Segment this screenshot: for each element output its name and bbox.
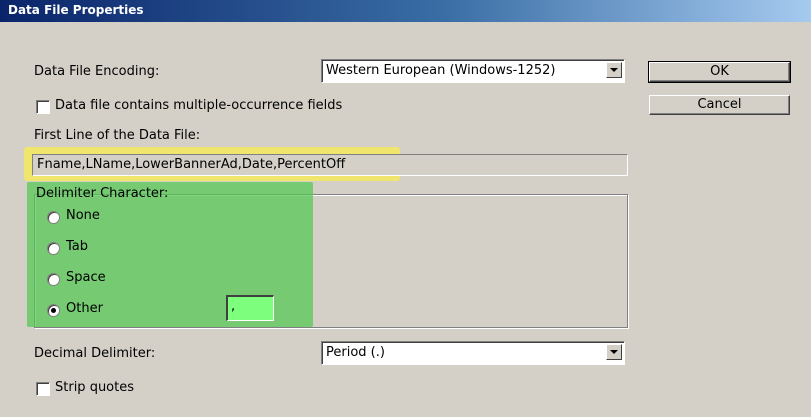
radio-other-label: Other — [66, 301, 103, 316]
multiple-occurrence-checkbox[interactable] — [36, 100, 50, 114]
first-line-label: First Line of the Data File: — [34, 128, 201, 143]
ok-button[interactable]: OK — [648, 61, 791, 83]
cancel-button[interactable]: Cancel — [649, 95, 790, 115]
radio-tab[interactable] — [47, 242, 60, 255]
encoding-label: Data File Encoding: — [34, 64, 160, 79]
encoding-value: Western European (Windows-1252) — [326, 63, 556, 78]
decimal-delimiter-value: Period (.) — [326, 345, 385, 360]
radio-tab-label: Tab — [66, 239, 89, 254]
radio-space[interactable] — [47, 273, 60, 286]
delimiter-label: Delimiter Character: — [36, 186, 169, 201]
decimal-delimiter-dropdown[interactable]: Period (.) — [321, 341, 625, 365]
first-line-value: Fname,LName,LowerBannerAd,Date,PercentOf… — [37, 157, 346, 172]
chevron-down-icon[interactable] — [606, 62, 622, 78]
strip-quotes-checkbox[interactable] — [36, 382, 50, 396]
title-bar: Data File Properties — [0, 0, 811, 22]
dialog-body: Data File Encoding: Western European (Wi… — [0, 22, 811, 417]
strip-quotes-label: Strip quotes — [55, 380, 135, 395]
other-delimiter-input[interactable]: , — [226, 295, 274, 321]
chevron-down-icon[interactable] — [606, 344, 622, 360]
radio-none-label: None — [66, 208, 100, 223]
encoding-dropdown[interactable]: Western European (Windows-1252) — [321, 59, 625, 83]
radio-none[interactable] — [47, 211, 60, 224]
multiple-occurrence-label: Data file contains multiple-occurrence f… — [55, 98, 343, 113]
radio-other[interactable] — [47, 304, 60, 317]
first-line-field: Fname,LName,LowerBannerAd,Date,PercentOf… — [32, 154, 628, 176]
radio-space-label: Space — [66, 270, 106, 285]
decimal-delimiter-label: Decimal Delimiter: — [34, 346, 156, 361]
other-delimiter-value: , — [231, 299, 236, 314]
window-title: Data File Properties — [8, 3, 144, 17]
